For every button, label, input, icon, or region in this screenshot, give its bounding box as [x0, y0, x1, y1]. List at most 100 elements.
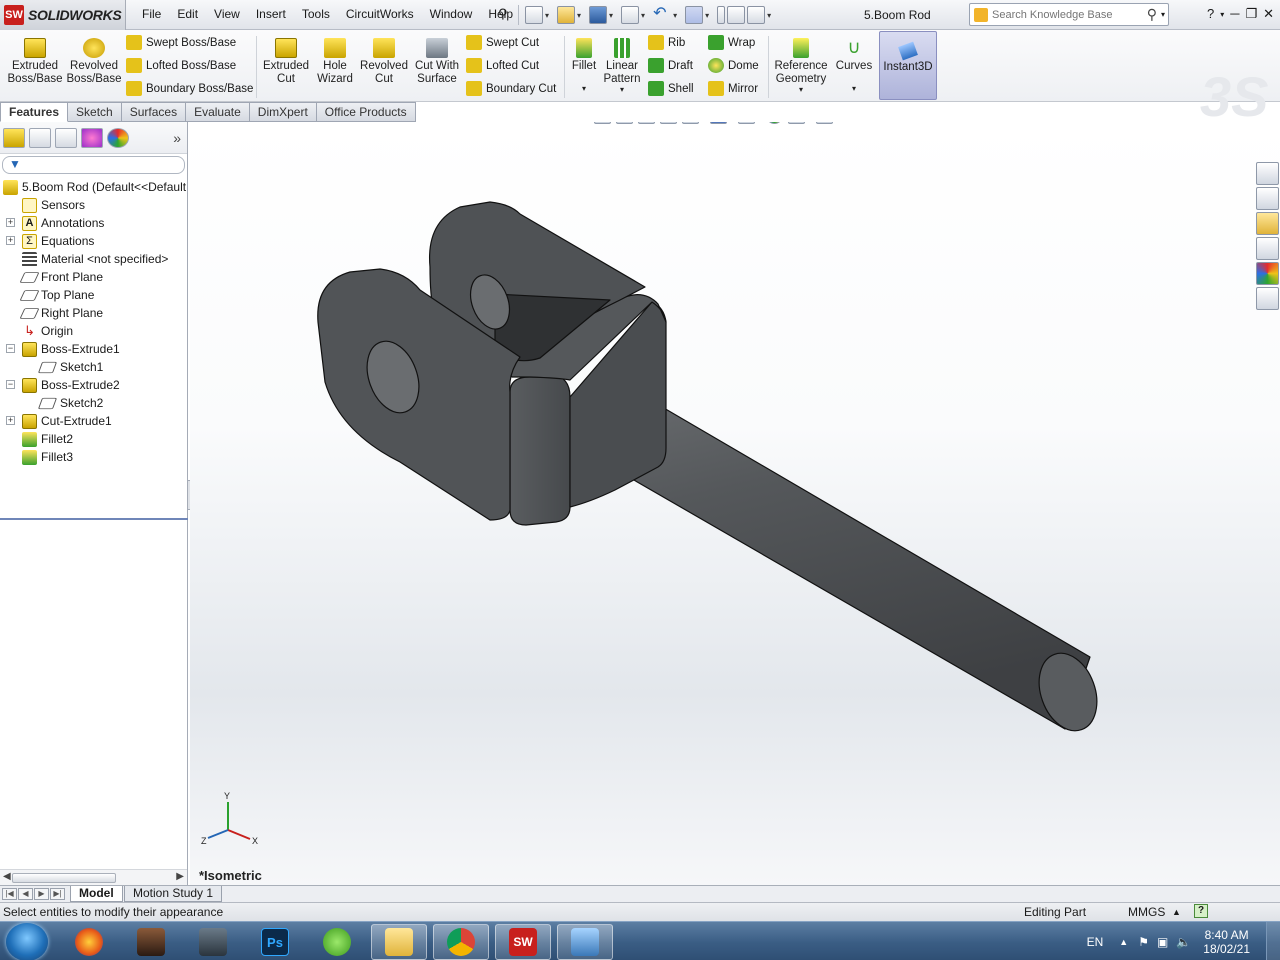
search-icon[interactable]: ⚲: [1147, 6, 1157, 23]
lofted-boss-button[interactable]: Lofted Boss/Base: [126, 58, 236, 73]
solidworks-logo[interactable]: SW SOLIDWORKS: [0, 0, 126, 30]
more-tabs-icon[interactable]: »: [173, 130, 181, 146]
restore-icon[interactable]: ❐: [1245, 6, 1257, 22]
taskbar-utorrent[interactable]: [309, 924, 365, 960]
minimize-icon[interactable]: ─: [1230, 6, 1239, 22]
mirror-button[interactable]: Mirror: [708, 81, 758, 96]
revolved-boss-button[interactable]: Revolved Boss/Base: [66, 34, 122, 86]
boundary-cut-button[interactable]: Boundary Cut: [466, 81, 556, 96]
last-tab-icon[interactable]: ▶|: [50, 888, 65, 900]
tree-item-right-plane[interactable]: Right Plane: [0, 304, 187, 322]
home-icon[interactable]: [1256, 162, 1279, 185]
new-document-icon[interactable]: [525, 6, 543, 24]
reference-geometry-button[interactable]: Reference Geometry ▾: [772, 34, 830, 96]
select-dropdown-icon[interactable]: ▾: [705, 11, 709, 20]
tree-item-sensors[interactable]: Sensors: [0, 196, 187, 214]
help-icon[interactable]: ?: [1207, 6, 1214, 22]
collapse-icon[interactable]: −: [6, 344, 15, 353]
menu-window[interactable]: Window: [422, 7, 481, 21]
open-folder-icon[interactable]: [557, 6, 576, 24]
linear-pattern-button[interactable]: Linear Pattern ▾: [602, 34, 642, 96]
volume-icon[interactable]: 🔈: [1176, 935, 1191, 949]
expand-icon[interactable]: +: [6, 218, 15, 227]
tree-item-top-plane[interactable]: Top Plane: [0, 286, 187, 304]
tab-dimxpert[interactable]: DimXpert: [249, 102, 317, 122]
first-tab-icon[interactable]: |◀: [2, 888, 17, 900]
tab-office-products[interactable]: Office Products: [316, 102, 416, 122]
part-model[interactable]: [190, 122, 1280, 885]
horizontal-scrollbar[interactable]: ◀ ▶: [0, 869, 187, 885]
tree-item-front-plane[interactable]: Front Plane: [0, 268, 187, 286]
file-explorer-icon[interactable]: [1256, 212, 1279, 235]
taskbar-counter-strike[interactable]: [185, 924, 241, 960]
scroll-left-icon[interactable]: ◀: [3, 871, 11, 882]
boundary-boss-button[interactable]: Boundary Boss/Base: [126, 81, 253, 96]
taskbar-photo-viewer[interactable]: [557, 924, 613, 960]
revolved-cut-button[interactable]: Revolved Cut: [360, 34, 408, 86]
tree-item-fillet3[interactable]: Fillet3: [0, 448, 187, 466]
select-arrow-icon[interactable]: [685, 6, 704, 24]
tree-item-fillet2[interactable]: Fillet2: [0, 430, 187, 448]
dome-button[interactable]: Dome: [708, 58, 759, 73]
custom-properties-icon[interactable]: [1256, 287, 1279, 310]
help-status-icon[interactable]: ?: [1194, 904, 1208, 918]
menu-insert[interactable]: Insert: [248, 7, 294, 21]
tray-expand-icon[interactable]: ▲: [1119, 937, 1128, 947]
options-dropdown-icon[interactable]: ▾: [767, 11, 771, 20]
curves-button[interactable]: ∪ Curves ▾: [834, 34, 874, 95]
swept-boss-button[interactable]: Swept Boss/Base: [126, 35, 236, 50]
tree-item-boss-extrude1[interactable]: − Boss-Extrude1: [0, 340, 187, 358]
tab-motion-study[interactable]: Motion Study 1: [124, 886, 223, 902]
action-center-icon[interactable]: ⚑: [1138, 935, 1149, 949]
menu-edit[interactable]: Edit: [169, 7, 206, 21]
menu-view[interactable]: View: [206, 7, 248, 21]
view-palette-icon[interactable]: [1256, 237, 1279, 260]
taskbar-game[interactable]: [123, 924, 179, 960]
lofted-cut-button[interactable]: Lofted Cut: [466, 58, 539, 73]
close-icon[interactable]: ✕: [1263, 6, 1274, 22]
hole-wizard-button[interactable]: Hole Wizard: [312, 34, 358, 86]
design-library-icon[interactable]: [1256, 187, 1279, 210]
menu-circuitworks[interactable]: CircuitWorks: [338, 7, 422, 21]
tab-evaluate[interactable]: Evaluate: [186, 102, 250, 122]
scroll-thumb[interactable]: [12, 873, 116, 883]
taskbar-photoshop[interactable]: Ps: [247, 924, 303, 960]
swept-cut-button[interactable]: Swept Cut: [466, 35, 539, 50]
file-properties-icon[interactable]: [727, 6, 746, 24]
unit-system-dropdown-icon[interactable]: ▲: [1172, 907, 1181, 917]
scroll-right-icon[interactable]: ▶: [176, 871, 184, 882]
tree-item-boss-extrude2[interactable]: − Boss-Extrude2: [0, 376, 187, 394]
tree-item-equations[interactable]: + Σ Equations: [0, 232, 187, 250]
taskbar-explorer[interactable]: [371, 924, 427, 960]
tree-item-cut-extrude1[interactable]: + Cut-Extrude1: [0, 412, 187, 430]
fillet-button[interactable]: Fillet ▾: [570, 34, 598, 95]
tree-filter[interactable]: ▼: [2, 156, 185, 174]
expand-icon[interactable]: +: [6, 416, 15, 425]
new-dropdown-icon[interactable]: ▾: [545, 11, 549, 20]
save-dropdown-icon[interactable]: ▾: [609, 11, 613, 20]
cut-with-surface-button[interactable]: Cut With Surface: [412, 34, 462, 86]
configuration-manager-icon[interactable]: [55, 127, 77, 148]
appearances-icon[interactable]: [1256, 262, 1279, 285]
tree-item-annotations[interactable]: + A Annotations: [0, 214, 187, 232]
next-tab-icon[interactable]: ▶: [34, 888, 49, 900]
collapse-icon[interactable]: −: [6, 380, 15, 389]
network-icon[interactable]: ▣: [1157, 935, 1168, 949]
language-indicator[interactable]: EN: [1087, 935, 1104, 949]
shell-button[interactable]: Shell: [648, 81, 694, 96]
tab-features[interactable]: Features: [0, 102, 69, 122]
extruded-boss-button[interactable]: Extruded Boss/Base: [6, 34, 64, 86]
tab-sketch[interactable]: Sketch: [68, 102, 122, 122]
rollback-bar[interactable]: [0, 518, 188, 520]
extruded-cut-button[interactable]: Extruded Cut: [262, 34, 310, 86]
print-icon[interactable]: [621, 6, 640, 24]
graphics-area[interactable]: ▾ ▾ ▾ ▾ ▾ ✕: [190, 122, 1280, 885]
wrap-button[interactable]: Wrap: [708, 35, 755, 50]
tree-item-sketch1[interactable]: Sketch1: [0, 358, 187, 376]
open-dropdown-icon[interactable]: ▾: [577, 11, 581, 20]
tree-item-sketch2[interactable]: Sketch2: [0, 394, 187, 412]
property-manager-icon[interactable]: [29, 127, 51, 148]
tree-item-material[interactable]: Material <not specified>: [0, 250, 187, 268]
pin-icon[interactable]: ⚲: [498, 6, 512, 24]
fillet-dropdown-icon[interactable]: ▾: [570, 82, 598, 95]
